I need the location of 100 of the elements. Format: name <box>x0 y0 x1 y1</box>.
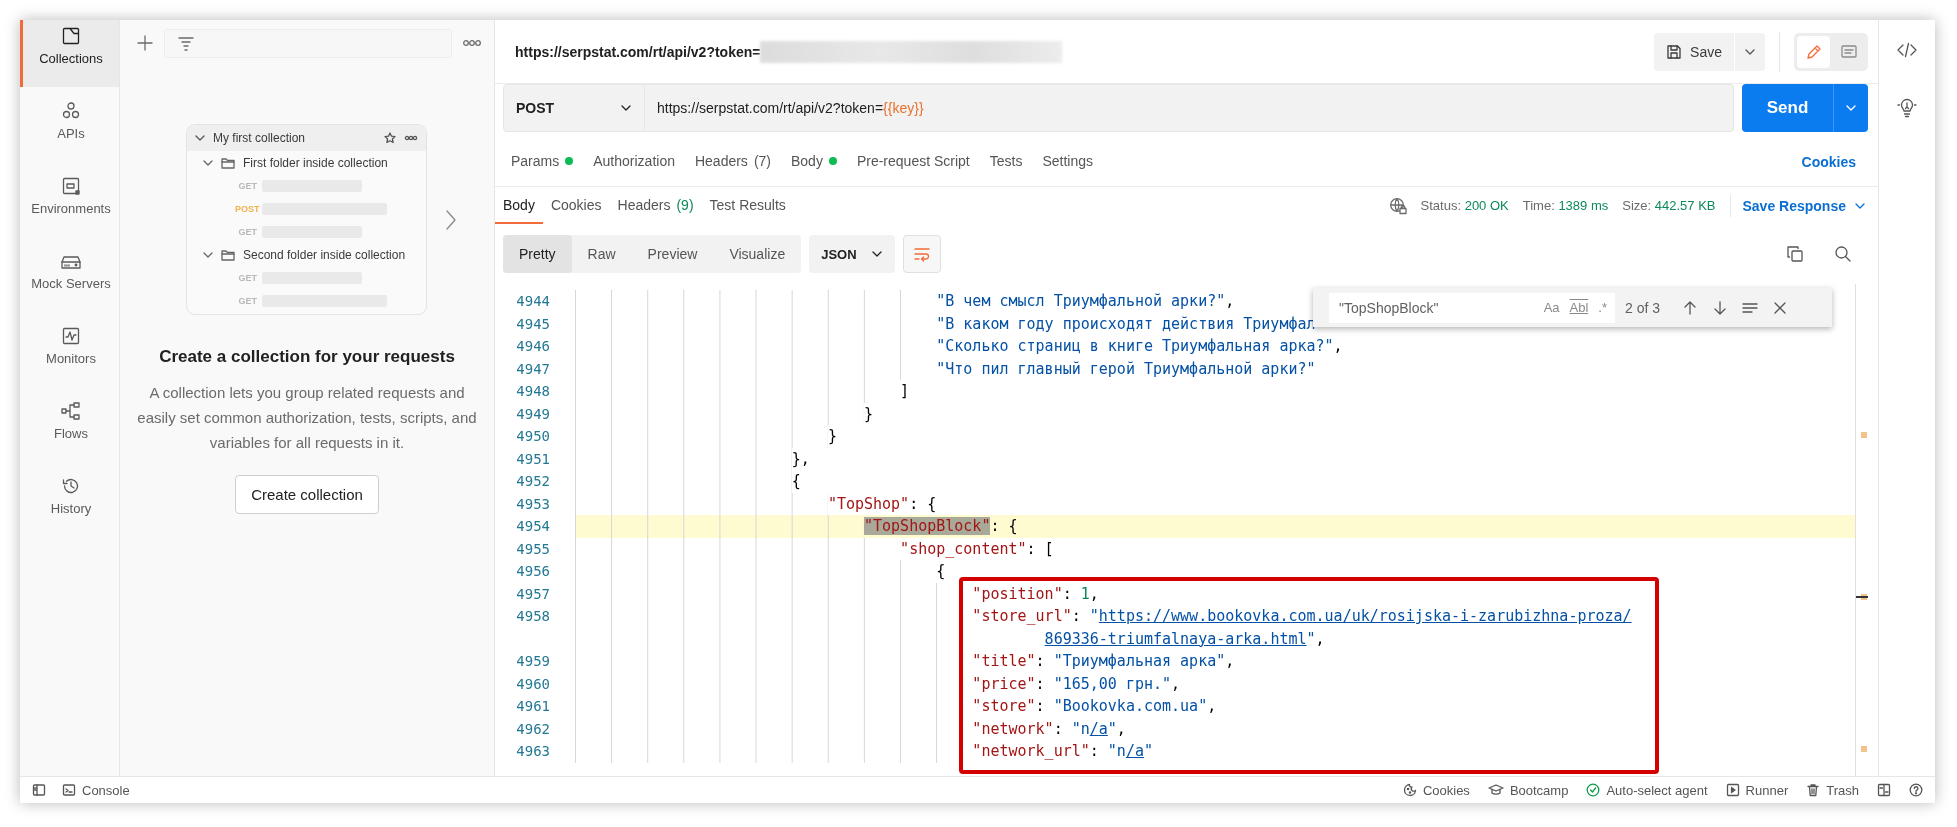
caret-icon <box>1854 201 1866 210</box>
code-line: "Сколько страниц в книге Триумфальная арка?", <box>936 337 1343 356</box>
environment-icon <box>61 176 81 196</box>
response-meta: Status: 200 OK <box>1420 198 1509 213</box>
status-bar-item[interactable]: Auto-select agent <box>1586 782 1708 798</box>
line-number: 4963 <box>515 743 550 760</box>
tab[interactable]: Body <box>783 147 845 177</box>
url-field[interactable]: https://serpstat.com/rt/api/v2?token={{key}} <box>645 84 1734 132</box>
method-label: GET <box>237 272 257 283</box>
sidebar-item[interactable]: Monitors <box>20 320 119 387</box>
trash-icon <box>1806 783 1821 797</box>
search-field[interactable]: "TopShopBlock" Aa Abl .* <box>1329 292 1615 323</box>
save-icon <box>1666 43 1683 60</box>
status-bar-item[interactable]: Runner <box>1725 782 1789 798</box>
code-line: "network": "n/a", <box>972 719 1126 738</box>
star-icon <box>384 132 396 144</box>
code-line: "network_url": "n/a" <box>972 742 1153 761</box>
two-pane-icon[interactable] <box>1877 783 1891 797</box>
tab[interactable]: Cookies <box>542 187 610 224</box>
tab[interactable]: Tests <box>981 147 1031 177</box>
view-tab[interactable]: Visualize <box>713 235 802 273</box>
status-bar-item[interactable]: Bootcamp <box>1487 782 1569 798</box>
search-option[interactable]: Abl <box>1567 300 1591 315</box>
filter-field[interactable] <box>164 28 452 58</box>
link[interactable]: /a <box>1089 719 1108 738</box>
more-icon[interactable] <box>462 39 482 47</box>
code-line: "store_url": "https://www.bookovka.com.ua/uk/rosijska-i-zarubizhna-proza/ <box>972 607 1632 626</box>
tab[interactable]: Headers (7) <box>686 147 779 177</box>
save-response-button[interactable]: Save Response <box>1740 197 1868 214</box>
line-number: 4954 <box>515 518 550 535</box>
tab[interactable]: Headers (9) <box>609 187 702 224</box>
check-circle-icon <box>1586 783 1601 797</box>
status-bar-item[interactable]: Trash <box>1806 782 1859 798</box>
code-line: { <box>791 472 801 491</box>
view-tab[interactable]: Pretty <box>503 235 572 273</box>
chevron-right-icon[interactable] <box>445 208 457 231</box>
tab[interactable]: Params <box>503 147 582 177</box>
line-number: 4948 <box>515 383 550 400</box>
code-icon[interactable] <box>1897 42 1917 58</box>
view-tab[interactable]: Raw <box>571 235 632 273</box>
method-label: GET <box>237 180 257 191</box>
search-option[interactable]: .* <box>1596 300 1609 315</box>
method-label: GET <box>237 295 257 306</box>
chevron-down-icon <box>203 251 213 258</box>
tab[interactable]: Settings <box>1034 147 1102 177</box>
cookies-link[interactable]: Cookies <box>1799 154 1858 170</box>
status-bar-item[interactable]: Cookies <box>1402 782 1470 798</box>
folder-name: Second folder inside collection <box>243 247 406 262</box>
link[interactable]: 869336-triumfalnaya-arka.html <box>1044 629 1307 648</box>
line-number: 4947 <box>515 360 550 377</box>
tab[interactable]: Test Results <box>701 187 794 224</box>
code-line: }, <box>791 449 810 468</box>
link[interactable]: https://www.bookovka.com.ua/uk/rosijska-i-zarubizhna-proza/ <box>1098 607 1632 626</box>
tab[interactable]: Authorization <box>585 147 683 177</box>
code-line: "store": "Bookovka.com.ua", <box>972 697 1217 716</box>
create-collection-button[interactable]: Create collection <box>235 475 379 514</box>
play-icon <box>1725 783 1740 797</box>
code-line: } <box>864 404 873 423</box>
scroll-position-marker <box>1856 595 1868 598</box>
code-line: "TopShopBlock": { <box>864 517 1018 536</box>
copy-icon <box>1786 245 1804 263</box>
sidebar-item[interactable]: Environments <box>20 170 119 237</box>
plus-icon[interactable] <box>136 34 154 52</box>
code-line: } <box>827 427 837 446</box>
line-number: 4946 <box>515 338 550 355</box>
sidebar-toggle-icon[interactable] <box>32 783 46 797</box>
sidebar-item[interactable]: History <box>20 470 119 537</box>
line-number: 4944 <box>515 293 550 310</box>
chevron-down-icon <box>195 135 205 141</box>
status-bar-item[interactable]: Console <box>62 782 130 798</box>
tab[interactable]: Pre-request Script <box>848 147 978 177</box>
caret-icon <box>870 250 883 258</box>
panel-heading: Create a collection for your requests <box>158 346 456 368</box>
tab[interactable]: Body <box>495 187 543 224</box>
search-option[interactable]: Aa <box>1541 300 1562 315</box>
line-number: 4962 <box>515 720 550 737</box>
edit-mode-button[interactable] <box>1797 35 1830 68</box>
terminal-icon <box>62 783 76 797</box>
line-number: 4958 <box>515 608 550 625</box>
line-number: 4956 <box>515 563 550 580</box>
format-select[interactable]: JSON <box>809 235 895 273</box>
code-line: "TopShop": { <box>827 494 937 513</box>
globe-icon[interactable] <box>1388 196 1407 215</box>
wrap-lines-button[interactable] <box>902 235 941 273</box>
folder-icon <box>221 248 235 261</box>
sidebar-item[interactable]: Flows <box>20 395 119 462</box>
bulb-icon[interactable] <box>1897 98 1917 118</box>
sidebar-item[interactable]: Collections <box>20 20 119 87</box>
line-number: 4952 <box>515 473 550 490</box>
line-number: 4945 <box>515 315 550 332</box>
caret-icon <box>1845 104 1857 112</box>
sidebar-item[interactable]: Mock Servers <box>20 245 119 312</box>
code-line: "Что пил главный герой Триумфальной арки?" <box>936 359 1316 378</box>
sidebar-item[interactable]: APIs <box>20 95 119 162</box>
method-select[interactable]: POST <box>503 84 645 132</box>
request-title: https://serpstat.com/rt/api/v2?token= <box>515 43 761 60</box>
code-line: { <box>936 562 946 581</box>
help-icon[interactable] <box>1909 783 1923 797</box>
link[interactable]: /a <box>1125 742 1144 761</box>
view-tab[interactable]: Preview <box>631 235 714 273</box>
